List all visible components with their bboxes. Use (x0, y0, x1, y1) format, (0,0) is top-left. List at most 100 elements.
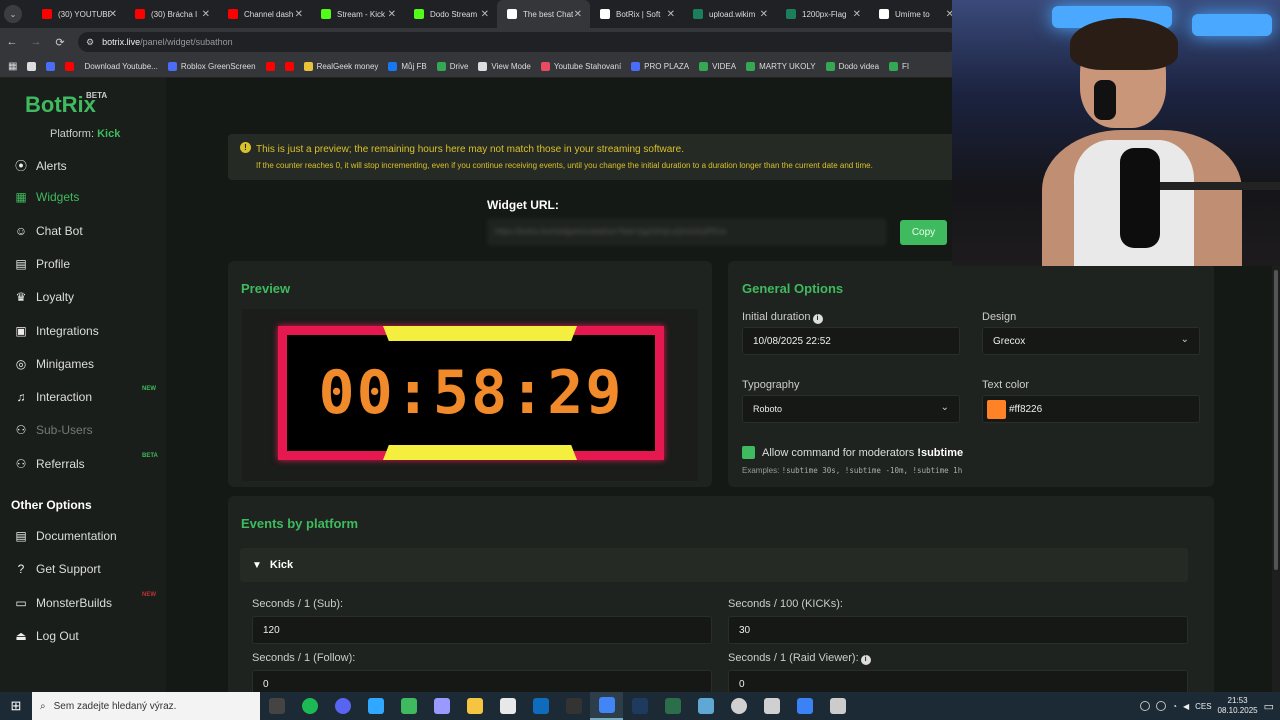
info-icon[interactable]: i (860, 655, 871, 665)
color-swatch[interactable] (987, 400, 1006, 419)
browser-tab[interactable]: upload.wikim ✕ (683, 0, 776, 28)
browser-tab[interactable]: The best Chat ✕ (497, 0, 590, 28)
browser-tab[interactable]: 1200px-Flag ✕ (776, 0, 869, 28)
url-field[interactable]: ⚙ botrix.live/panel/widget/subathon (78, 32, 958, 52)
scrollbar-thumb[interactable] (1274, 270, 1278, 570)
clock[interactable]: 21:53 08.10.2025 (1218, 696, 1258, 716)
taskbar-app-icon[interactable] (491, 692, 524, 720)
bookmark-item[interactable]: Můj FB (388, 62, 427, 71)
taskbar-app-icon[interactable] (392, 692, 425, 720)
reload-icon[interactable]: ⟳ (48, 36, 72, 49)
close-icon[interactable]: ✕ (481, 9, 489, 20)
bookmark-item[interactable]: VIDEA (699, 62, 736, 71)
close-icon[interactable]: ✕ (574, 9, 582, 20)
browser-tab[interactable]: BotRix | Soft ✕ (590, 0, 683, 28)
close-icon[interactable]: ✕ (853, 9, 861, 20)
bookmark-item[interactable]: Roblox GreenScreen (167, 62, 256, 71)
typography-select[interactable]: Roboto ⌄ (742, 395, 960, 423)
browser-tab[interactable]: Channel dash ✕ (218, 0, 311, 28)
info-icon[interactable]: i (812, 314, 823, 324)
initial-duration-field[interactable]: 10/08/2025 22:52 (742, 327, 960, 355)
close-icon[interactable]: ✕ (760, 9, 768, 20)
moderator-command-checkbox[interactable] (742, 446, 755, 459)
bookmark-item[interactable]: View Mode (478, 62, 531, 71)
taskbar-app-icon[interactable] (359, 692, 392, 720)
close-icon[interactable]: ✕ (667, 9, 675, 20)
close-icon[interactable]: ✕ (109, 9, 117, 20)
close-icon[interactable]: ✕ (388, 9, 396, 20)
forward-icon[interactable]: → (24, 36, 48, 48)
sidebar-item-get-support[interactable]: ? Get Support (14, 562, 164, 576)
text-color-field[interactable]: #ff8226 (982, 395, 1200, 423)
bookmark-item[interactable] (65, 62, 75, 71)
taskbar-app-icon[interactable] (425, 692, 458, 720)
taskbar-app-icon[interactable] (590, 692, 623, 720)
sidebar-item-interaction[interactable]: ♫ Interaction NEW (14, 386, 164, 404)
taskbar-app-icon[interactable] (623, 692, 656, 720)
notifications-icon[interactable]: ▭ (1264, 700, 1274, 713)
sidebar-item-widgets[interactable]: ▦ Widgets (14, 190, 164, 204)
browser-tab[interactable]: Umíme to ✕ (869, 0, 962, 28)
sidebar-item-sub-users[interactable]: ⚇ Sub-Users (14, 423, 164, 437)
taskbar-app-icon[interactable] (656, 692, 689, 720)
windows-start-icon[interactable]: ⊞ (0, 698, 32, 714)
back-icon[interactable]: ← (0, 36, 24, 48)
volume-icon[interactable]: ◀ (1183, 702, 1189, 711)
tray-icon[interactable] (1140, 701, 1151, 711)
bookmark-item[interactable]: FI (889, 62, 909, 71)
kick-section-toggle[interactable]: ▼ Kick (240, 548, 1188, 582)
browser-tab[interactable]: Stream - Kick ✕ (311, 0, 404, 28)
copy-button[interactable]: Copy (900, 220, 947, 245)
bookmark-item[interactable]: PRO PLAZA (631, 62, 689, 71)
site-info-icon[interactable]: ⚙ (86, 37, 94, 48)
apps-grid-icon[interactable]: ▦ (8, 61, 17, 72)
wifi-icon[interactable]: ◔ (1172, 702, 1177, 711)
browser-tab[interactable]: Dodo Stream ✕ (404, 0, 497, 28)
sidebar-item-monsterbuilds[interactable]: ▭ MonsterBuilds NEW (14, 592, 164, 610)
bookmark-item[interactable]: MARTY UKOLY (746, 62, 816, 71)
taskbar-app-icon[interactable] (689, 692, 722, 720)
bookmark-item[interactable] (265, 62, 275, 71)
taskbar-app-icon[interactable] (293, 692, 326, 720)
taskbar-app-icon[interactable] (821, 692, 854, 720)
design-select[interactable]: Grecox ⌄ (982, 327, 1200, 355)
bookmark-item[interactable] (46, 62, 56, 71)
language-indicator[interactable]: CES (1195, 702, 1211, 711)
taskbar-app-icon[interactable] (788, 692, 821, 720)
bookmark-item[interactable]: Youtube Stahovaní (540, 62, 621, 71)
sidebar-item-alerts[interactable]: ⦿ Alerts (14, 157, 164, 174)
event-field-input[interactable]: 120 (252, 616, 712, 644)
taskbar-app-icon[interactable] (755, 692, 788, 720)
tray-icon[interactable] (1156, 701, 1167, 711)
tab-search-button[interactable]: ⌄ (4, 5, 22, 23)
bookmark-item[interactable]: Drive (436, 62, 468, 71)
close-icon[interactable]: ✕ (202, 9, 210, 20)
taskbar-app-icon[interactable] (260, 692, 293, 720)
bookmark-item[interactable] (27, 62, 37, 71)
sidebar-item-profile[interactable]: ▤ Profile (14, 257, 164, 271)
sidebar-item-chat-bot[interactable]: ☺ Chat Bot (14, 224, 164, 238)
taskbar-app-icon[interactable] (524, 692, 557, 720)
sidebar-item-referrals[interactable]: ⚇ Referrals BETA (14, 453, 164, 471)
sidebar-item-integrations[interactable]: ▣ Integrations (14, 324, 164, 338)
bookmark-item[interactable] (284, 62, 294, 71)
sidebar-item-minigames[interactable]: ◎ Minigames (14, 357, 164, 371)
taskbar-app-icon[interactable] (326, 692, 359, 720)
sidebar-item-loyalty[interactable]: ♛ Loyalty (14, 290, 164, 304)
sidebar-item-log-out[interactable]: ⏏ Log Out (14, 629, 164, 643)
close-icon[interactable]: ✕ (295, 9, 303, 20)
taskbar-app-icon[interactable] (458, 692, 491, 720)
page-scrollbar[interactable] (1272, 266, 1280, 692)
bookmark-item[interactable]: Download Youtube... (84, 62, 157, 71)
botrix-logo[interactable]: BotRix BETA (25, 91, 107, 118)
sidebar-item-documentation[interactable]: ▤ Documentation (14, 529, 164, 543)
browser-tab[interactable]: (30) Brácha I ✕ (125, 0, 218, 28)
bookmark-item[interactable]: Dodo videa (825, 62, 879, 71)
taskbar-app-icon[interactable] (557, 692, 590, 720)
taskbar-search[interactable]: ⌕ Sem zadejte hledaný výraz. (32, 692, 260, 720)
event-field-input[interactable]: 30 (728, 616, 1188, 644)
bookmark-item[interactable]: RealGeek money (303, 62, 378, 71)
browser-tab[interactable]: (30) YOUTUBE ✕ (32, 0, 125, 28)
taskbar-app-icon[interactable] (722, 692, 755, 720)
widget-url-field[interactable]: https://botrix.live/widgets/subathon?bid… (488, 219, 886, 245)
